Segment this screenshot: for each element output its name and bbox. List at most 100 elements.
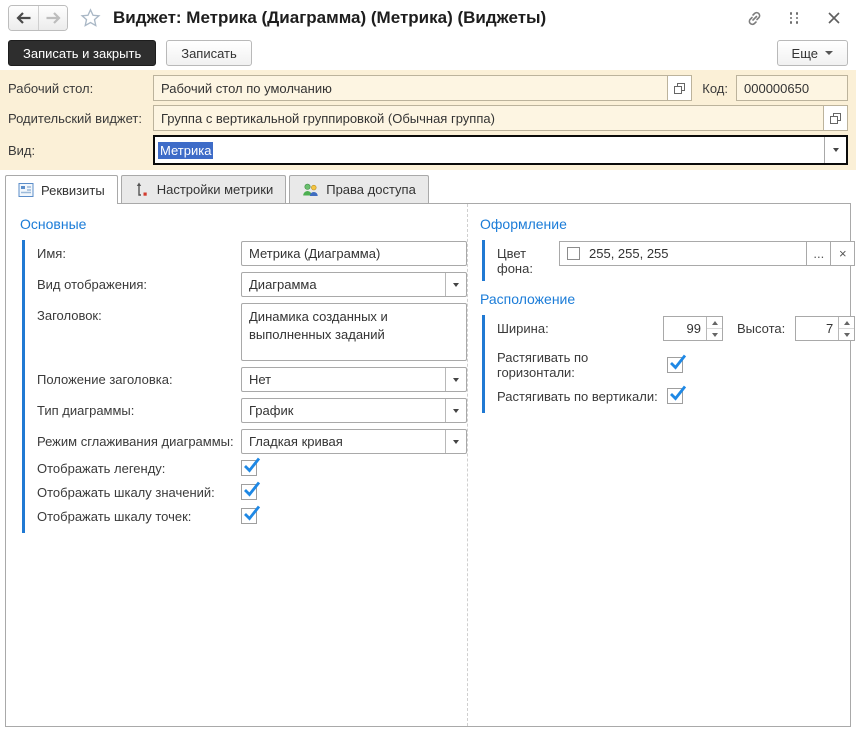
code-field[interactable]: 000000650 xyxy=(736,75,848,101)
more-button[interactable]: Еще xyxy=(777,40,848,66)
tab-bar: Реквизиты Настройки метрики Права доступ… xyxy=(0,175,856,203)
chevron-up-icon xyxy=(712,321,718,325)
layout-group-body: Ширина: 99 Высота: 7 xyxy=(482,315,855,413)
appearance-group-heading: Оформление xyxy=(480,216,855,232)
stretch-horizontal-checkbox[interactable] xyxy=(667,357,683,373)
name-input[interactable]: Метрика (Диаграмма) xyxy=(241,241,467,266)
favorite-star-icon[interactable] xyxy=(80,8,101,29)
chevron-down-icon xyxy=(453,409,459,413)
height-stepper[interactable]: 7 xyxy=(795,316,855,341)
code-label: Код: xyxy=(702,81,728,96)
width-decrement-button[interactable] xyxy=(707,329,722,340)
height-value: 7 xyxy=(796,317,838,340)
width-label: Ширина: xyxy=(497,316,663,336)
axis-icon xyxy=(134,182,150,198)
display-kind-label: Вид отображения: xyxy=(37,272,241,292)
save-close-button[interactable]: Записать и закрыть xyxy=(8,40,156,66)
checkmark-icon xyxy=(242,480,261,502)
users-icon xyxy=(302,182,319,198)
height-increment-button[interactable] xyxy=(839,317,854,329)
side-group-column: Оформление Цвет фона: 255, 255, 255 ... … xyxy=(468,204,856,726)
parent-widget-label: Родительский виджет: xyxy=(8,111,153,126)
show-legend-label: Отображать легенду: xyxy=(37,461,241,476)
name-label: Имя: xyxy=(37,241,241,261)
command-bar: Записать и закрыть Записать Еще xyxy=(0,36,856,70)
show-legend-checkbox[interactable] xyxy=(241,460,257,476)
display-kind-dropdown-button[interactable] xyxy=(445,273,466,296)
stretch-vertical-checkbox[interactable] xyxy=(667,388,683,404)
title-position-combobox[interactable]: Нет xyxy=(241,367,467,392)
bg-color-picker-button[interactable]: ... xyxy=(806,241,831,266)
checkmark-icon xyxy=(242,456,261,478)
nav-history-group xyxy=(8,5,68,31)
back-button[interactable] xyxy=(9,6,38,30)
chart-type-dropdown-button[interactable] xyxy=(445,399,466,422)
title-label: Заголовок: xyxy=(37,303,241,323)
title-textarea[interactable]: Динамика созданных и выполненных заданий xyxy=(241,303,467,361)
layout-group-heading: Расположение xyxy=(480,291,855,307)
checkmark-icon xyxy=(242,504,261,526)
main-group-body: Имя: Метрика (Диаграмма) Вид отображения… xyxy=(22,240,467,533)
main-group-heading: Основные xyxy=(20,216,467,232)
chart-type-label: Тип диаграммы: xyxy=(37,398,241,418)
kind-dropdown-button[interactable] xyxy=(824,137,846,163)
smoothing-combobox[interactable]: Гладкая кривая xyxy=(241,429,467,454)
stretch-horizontal-label: Растягивать по горизонтали: xyxy=(497,350,667,380)
more-dots-icon[interactable] xyxy=(784,8,804,28)
chevron-down-icon xyxy=(825,51,833,55)
desktop-field[interactable]: Рабочий стол по умолчанию xyxy=(153,75,668,101)
chevron-down-icon xyxy=(453,378,459,382)
title-position-dropdown-button[interactable] xyxy=(445,368,466,391)
display-kind-combobox[interactable]: Диаграмма xyxy=(241,272,467,297)
bg-color-value: 255, 255, 255 xyxy=(589,246,669,261)
tab-content-panel: Основные Имя: Метрика (Диаграмма) Вид от… xyxy=(5,203,851,727)
width-stepper[interactable]: 99 xyxy=(663,316,723,341)
header-panel: Рабочий стол: Рабочий стол по умолчанию … xyxy=(0,70,856,170)
page-title: Виджет: Метрика (Диаграмма) (Метрика) (В… xyxy=(113,8,546,28)
smoothing-label: Режим сглаживания диаграммы: xyxy=(37,429,241,449)
bg-color-field[interactable]: 255, 255, 255 xyxy=(559,241,807,266)
bg-color-clear-button[interactable]: × xyxy=(830,241,855,266)
chevron-down-icon xyxy=(453,440,459,444)
show-point-scale-label: Отображать шкалу точек: xyxy=(37,509,241,524)
save-button[interactable]: Записать xyxy=(166,40,252,66)
color-swatch xyxy=(567,247,580,260)
tab-nastroyki-metriki[interactable]: Настройки метрики xyxy=(121,175,287,203)
stretch-vertical-label: Растягивать по вертикали: xyxy=(497,389,667,404)
main-group-column: Основные Имя: Метрика (Диаграмма) Вид от… xyxy=(6,204,468,726)
smoothing-dropdown-button[interactable] xyxy=(445,430,466,453)
forward-button[interactable] xyxy=(38,6,67,30)
kind-selected-text: Метрика xyxy=(158,142,213,159)
back-icon xyxy=(16,12,32,24)
close-icon[interactable] xyxy=(824,8,844,28)
chevron-down-icon xyxy=(833,148,839,152)
kind-combobox[interactable]: Метрика xyxy=(153,135,848,165)
show-value-scale-checkbox[interactable] xyxy=(241,484,257,500)
chevron-up-icon xyxy=(844,321,850,325)
title-position-label: Положение заголовка: xyxy=(37,367,241,387)
parent-widget-field[interactable]: Группа с вертикальной группировкой (Обыч… xyxy=(153,105,824,131)
height-decrement-button[interactable] xyxy=(839,329,854,340)
show-value-scale-label: Отображать шкалу значений: xyxy=(37,485,241,500)
checkmark-icon xyxy=(668,384,687,406)
tab-prava-dostupa[interactable]: Права доступа xyxy=(289,175,429,203)
form-structure-icon xyxy=(18,182,34,198)
tab-rekvizity[interactable]: Реквизиты xyxy=(5,175,118,204)
width-increment-button[interactable] xyxy=(707,317,722,329)
link-icon[interactable] xyxy=(744,8,764,28)
chart-type-combobox[interactable]: График xyxy=(241,398,467,423)
show-point-scale-checkbox[interactable] xyxy=(241,508,257,524)
height-label: Высота: xyxy=(737,316,785,336)
title-bar: Виджет: Метрика (Диаграмма) (Метрика) (В… xyxy=(0,0,856,36)
width-value: 99 xyxy=(664,317,706,340)
appearance-group-body: Цвет фона: 255, 255, 255 ... × xyxy=(482,240,855,281)
open-window-icon xyxy=(829,112,842,125)
chevron-down-icon xyxy=(453,283,459,287)
checkmark-icon xyxy=(668,353,687,375)
chevron-down-icon xyxy=(712,333,718,337)
parent-widget-open-button[interactable] xyxy=(823,105,848,131)
bg-color-label: Цвет фона: xyxy=(497,241,559,276)
desktop-open-button[interactable] xyxy=(667,75,692,101)
kind-label: Вид: xyxy=(8,143,153,158)
chevron-down-icon xyxy=(844,333,850,337)
